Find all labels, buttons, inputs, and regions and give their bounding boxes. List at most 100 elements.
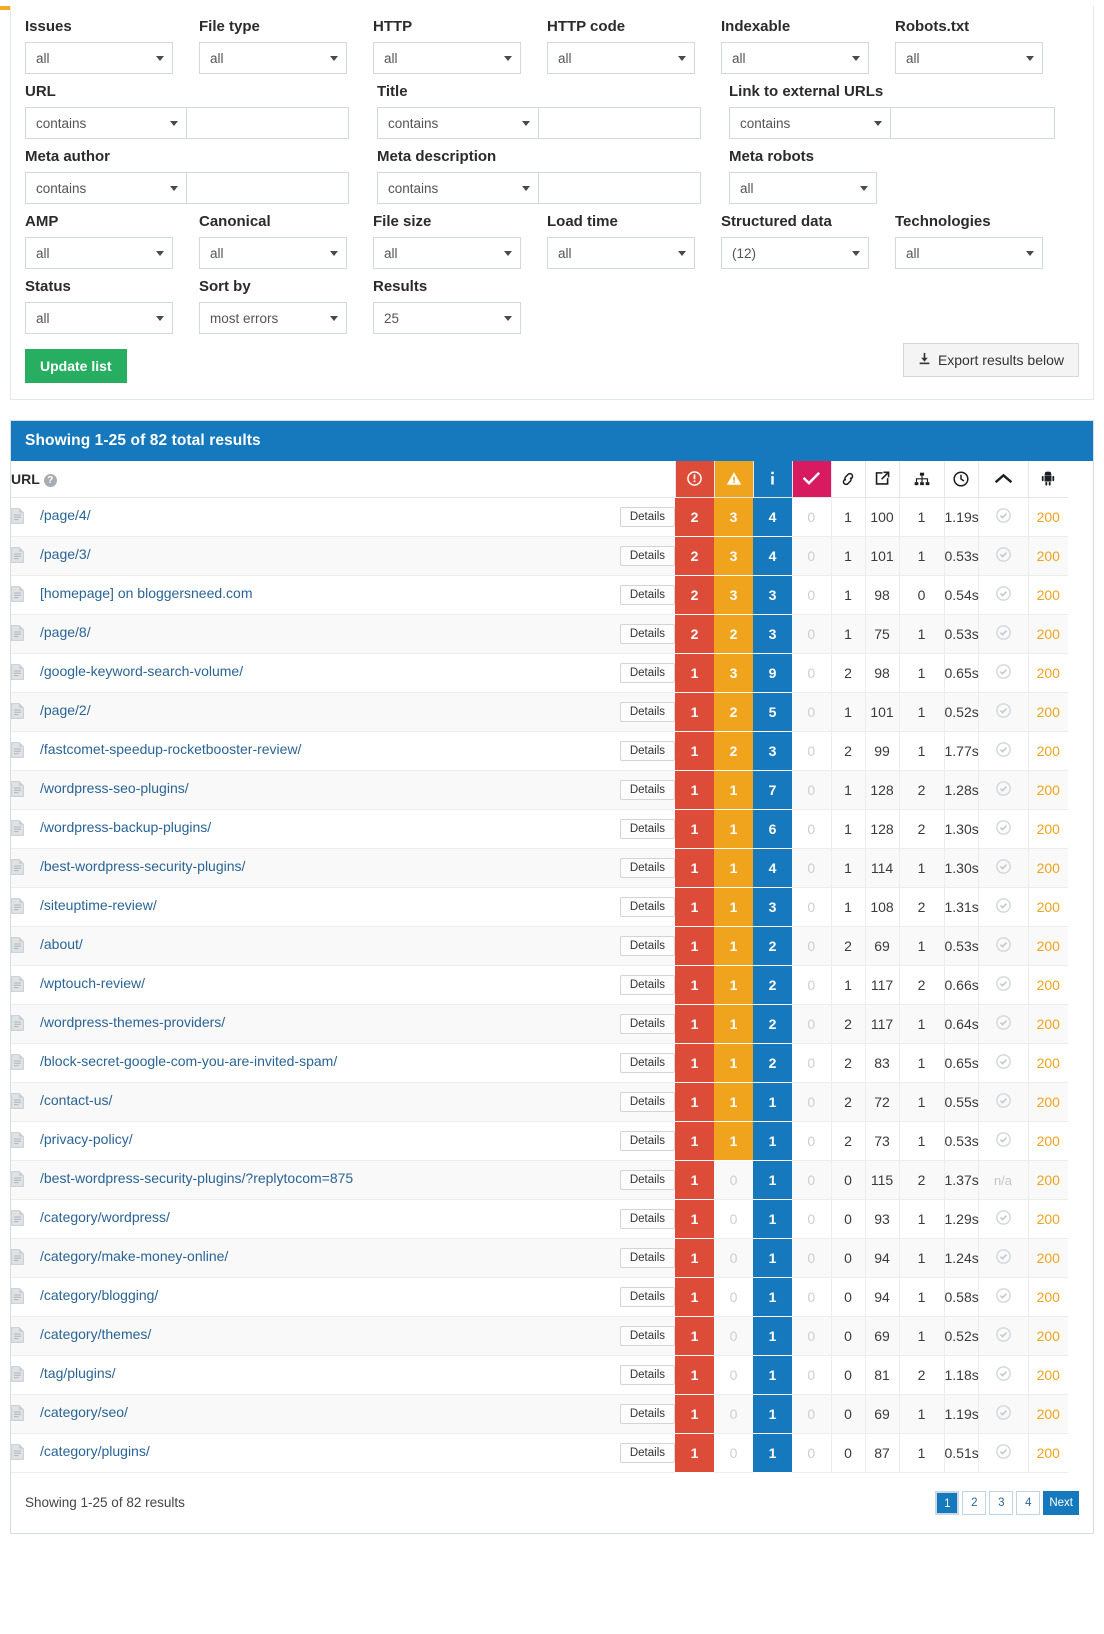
row-url-link[interactable]: [homepage] on bloggersneed.com — [40, 585, 252, 601]
table-row[interactable]: /category/seo/Details 1 0 1 0 0 69 1 1.19s 200 — [11, 1394, 1104, 1434]
details-button[interactable]: Details — [619, 584, 675, 605]
details-button[interactable]: Details — [619, 974, 675, 995]
column-header-load-time[interactable] — [943, 461, 978, 498]
page-button-1[interactable]: 1 — [935, 1490, 960, 1515]
export-results-button[interactable]: Export results below — [902, 343, 1079, 377]
row-url-link[interactable]: /page/3/ — [40, 546, 91, 562]
row-details-cell[interactable]: Details — [571, 731, 675, 771]
details-button[interactable]: Details — [619, 818, 675, 839]
row-details-cell[interactable]: Details — [571, 536, 675, 576]
column-header-external-links[interactable] — [864, 461, 899, 498]
row-details-cell[interactable]: Details — [571, 926, 675, 966]
meta-description-match-select[interactable]: contains — [377, 172, 539, 204]
row-details-cell[interactable]: Details — [571, 614, 675, 654]
column-header-errors[interactable] — [674, 461, 714, 498]
table-row[interactable]: /page/2/Details 1 2 5 0 1 101 1 0.52s 200 — [11, 692, 1104, 732]
file-type-select[interactable]: all — [199, 42, 347, 74]
details-button[interactable]: Details — [619, 623, 675, 644]
row-details-cell[interactable]: Details — [571, 1199, 675, 1239]
details-button[interactable]: Details — [619, 1442, 675, 1463]
column-header-ok[interactable] — [791, 461, 831, 498]
table-row[interactable]: [homepage] on bloggersneed.com Details 2 3 3… — [11, 575, 1104, 615]
column-header-indexable[interactable] — [977, 461, 1028, 498]
table-row[interactable]: /best-wordpress-security-plugins/?replyt… — [11, 1160, 1104, 1200]
row-url-link[interactable]: /page/2/ — [40, 702, 91, 718]
title-input[interactable] — [539, 107, 701, 139]
load-time-select[interactable]: all — [547, 237, 695, 269]
row-url-link[interactable]: /wordpress-backup-plugins/ — [40, 819, 211, 835]
row-details-cell[interactable]: Details — [571, 1277, 675, 1317]
row-details-cell[interactable]: Details — [571, 575, 675, 615]
row-url-link[interactable]: /block-secret-google-com-you-are-invited… — [40, 1053, 337, 1069]
details-button[interactable]: Details — [619, 545, 675, 566]
row-url-link[interactable]: /contact-us/ — [40, 1092, 112, 1108]
details-button[interactable]: Details — [619, 740, 675, 761]
details-button[interactable]: Details — [619, 1208, 675, 1229]
row-details-cell[interactable]: Details — [571, 1160, 675, 1200]
details-button[interactable]: Details — [619, 1403, 675, 1424]
table-row[interactable]: /siteuptime-review/Details 1 1 3 0 1 108 2 1.31s… — [11, 887, 1104, 927]
url-column-header[interactable]: URL? — [11, 461, 675, 498]
row-details-cell[interactable]: Details — [571, 692, 675, 732]
meta-robots-select[interactable]: all — [729, 172, 877, 204]
url-match-select[interactable]: contains — [25, 107, 187, 139]
details-button[interactable]: Details — [619, 1130, 675, 1151]
column-header-depth[interactable] — [898, 461, 944, 498]
table-row[interactable]: /fastcomet-speedup-rocketbooster-review/… — [11, 731, 1104, 771]
details-button[interactable]: Details — [619, 701, 675, 722]
row-url-link[interactable]: /best-wordpress-security-plugins/ — [40, 858, 245, 874]
row-details-cell[interactable]: Details — [571, 1316, 675, 1356]
column-header-warnings[interactable] — [713, 461, 753, 498]
robots-txt-select[interactable]: all — [895, 42, 1043, 74]
table-row[interactable]: /page/4/Details 2 3 4 0 1 100 1 1.19s 200 — [11, 497, 1104, 537]
row-url-link[interactable]: /category/plugins/ — [40, 1443, 150, 1459]
row-url-link[interactable]: /wordpress-seo-plugins/ — [40, 780, 189, 796]
row-details-cell[interactable]: Details — [571, 809, 675, 849]
row-url-link[interactable]: /wptouch-review/ — [40, 975, 145, 991]
indexable-select[interactable]: all — [721, 42, 869, 74]
row-url-link[interactable]: /wordpress-themes-providers/ — [40, 1014, 225, 1030]
meta-description-input[interactable] — [539, 172, 701, 204]
row-url-link[interactable]: /category/themes/ — [40, 1326, 151, 1342]
row-url-link[interactable]: /best-wordpress-security-plugins/?replyt… — [40, 1170, 353, 1186]
table-row[interactable]: /tag/plugins/Details 1 0 1 0 0 81 2 1.18s 200 — [11, 1355, 1104, 1395]
row-url-link[interactable]: /page/8/ — [40, 624, 91, 640]
table-row[interactable]: /wordpress-themes-providers/Details 1 1 2 0 2… — [11, 1004, 1104, 1044]
row-url-link[interactable]: /category/seo/ — [40, 1404, 128, 1420]
amp-select[interactable]: all — [25, 237, 173, 269]
table-row[interactable]: /category/themes/Details 1 0 1 0 0 69 1 0.52s 200 — [11, 1316, 1104, 1356]
table-row[interactable]: /page/8/Details 2 2 3 0 1 75 1 0.53s 200 — [11, 614, 1104, 654]
table-row[interactable]: /category/plugins/Details 1 0 1 0 0 87 1 0.51s 20… — [11, 1433, 1104, 1473]
row-url-link[interactable]: /category/make-money-online/ — [40, 1248, 228, 1264]
row-details-cell[interactable]: Details — [571, 965, 675, 1005]
table-row[interactable]: /category/make-money-online/Details 1 0 1 0 0… — [11, 1238, 1104, 1278]
details-button[interactable]: Details — [619, 506, 675, 527]
help-icon[interactable]: ? — [43, 473, 57, 487]
title-match-select[interactable]: contains — [377, 107, 539, 139]
details-button[interactable]: Details — [619, 1013, 675, 1034]
issues-select[interactable]: all — [25, 42, 173, 74]
column-header-links[interactable] — [830, 461, 865, 498]
row-url-link[interactable]: /google-keyword-search-volume/ — [40, 663, 243, 679]
table-row[interactable]: /block-secret-google-com-you-are-invited… — [11, 1043, 1104, 1083]
http-code-select[interactable]: all — [547, 42, 695, 74]
row-url-link[interactable]: /about/ — [40, 936, 83, 952]
meta-author-input[interactable] — [187, 172, 349, 204]
technologies-select[interactable]: all — [895, 237, 1043, 269]
file-size-select[interactable]: all — [373, 237, 521, 269]
row-url-link[interactable]: /fastcomet-speedup-rocketbooster-review/ — [40, 741, 301, 757]
update-list-button[interactable]: Update list — [25, 349, 127, 383]
details-button[interactable]: Details — [619, 896, 675, 917]
next-page-button[interactable]: Next — [1043, 1490, 1079, 1515]
row-url-link[interactable]: /category/wordpress/ — [40, 1209, 170, 1225]
row-details-cell[interactable]: Details — [571, 1121, 675, 1161]
row-details-cell[interactable]: Details — [571, 1004, 675, 1044]
row-details-cell[interactable]: Details — [571, 1394, 675, 1434]
details-button[interactable]: Details — [619, 1169, 675, 1190]
row-details-cell[interactable]: Details — [571, 1433, 675, 1473]
details-button[interactable]: Details — [619, 1286, 675, 1307]
table-row[interactable]: /wordpress-backup-plugins/Details 1 1 6 0 1 12… — [11, 809, 1104, 849]
row-url-link[interactable]: /page/4/ — [40, 507, 91, 523]
row-details-cell[interactable]: Details — [571, 848, 675, 888]
table-row[interactable]: /google-keyword-search-volume/Details 1 3 9… — [11, 653, 1104, 693]
